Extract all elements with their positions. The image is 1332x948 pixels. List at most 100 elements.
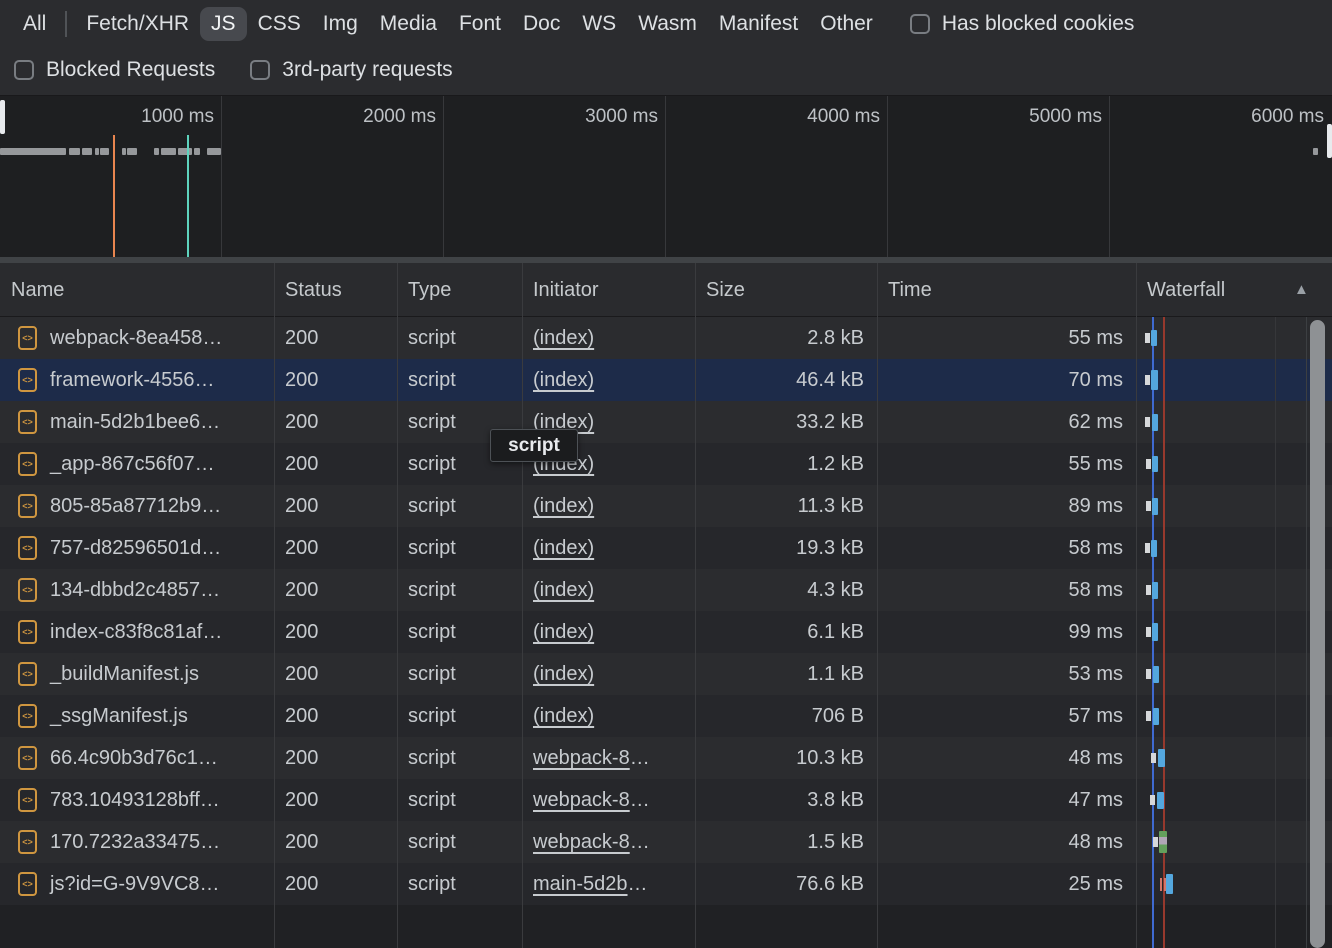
table-row[interactable]: <>66.4c90b3d76c1…200scriptwebpack-8…10.3… — [0, 737, 1332, 779]
overview-request-dash — [207, 148, 221, 155]
script-file-icon: <> — [18, 368, 37, 392]
filter-row-2: Blocked Requests 3rd-party requests — [0, 47, 1332, 93]
table-row[interactable]: <>805-85a87712b9…200script(index)11.3 kB… — [0, 485, 1332, 527]
sort-arrow-icon[interactable]: ▲ — [1294, 263, 1309, 317]
status-cell: 200 — [274, 863, 397, 905]
name-cell: <>783.10493128bff… — [0, 779, 274, 821]
third-party-requests-checkbox[interactable] — [250, 60, 270, 80]
filter-tab-font[interactable]: Font — [448, 7, 512, 41]
filter-tab-css[interactable]: CSS — [247, 7, 312, 41]
waterfall-waiting-tick — [1150, 795, 1155, 805]
type-cell: script — [397, 695, 522, 737]
request-name: 134-dbbd2c4857… — [50, 569, 220, 611]
waterfall-bar — [1152, 456, 1158, 472]
filter-tab-fetch-xhr[interactable]: Fetch/XHR — [75, 7, 200, 41]
script-file-icon: <> — [18, 326, 37, 350]
initiator-link[interactable]: (index) — [533, 705, 594, 727]
size-cell: 11.3 kB — [695, 485, 877, 527]
table-row[interactable]: <>170.7232a33475…200scriptwebpack-8…1.5 … — [0, 821, 1332, 863]
name-cell: <>_buildManifest.js — [0, 653, 274, 695]
timeline-tick-label: 5000 ms — [890, 106, 1102, 128]
time-cell: 25 ms — [877, 863, 1136, 905]
initiator-link[interactable]: (index) — [533, 495, 594, 517]
filter-tab-media[interactable]: Media — [369, 7, 448, 41]
initiator-link[interactable]: webpack-8 — [533, 747, 630, 769]
waterfall-cell — [1136, 317, 1331, 359]
column-header-initiator[interactable]: Initiator — [522, 263, 695, 317]
initiator-link[interactable]: (index) — [533, 369, 594, 391]
waterfall-cell — [1136, 779, 1331, 821]
table-row[interactable]: <>_buildManifest.js200script(index)1.1 k… — [0, 653, 1332, 695]
initiator-cell: (index) — [522, 527, 695, 569]
table-row[interactable]: <>index-c83f8c81af…200script(index)6.1 k… — [0, 611, 1332, 653]
initiator-link[interactable]: webpack-8 — [533, 831, 630, 853]
initiator-link[interactable]: (index) — [533, 579, 594, 601]
vertical-scrollbar-thumb[interactable] — [1310, 320, 1325, 948]
filter-tab-other[interactable]: Other — [809, 7, 884, 41]
time-cell: 47 ms — [877, 779, 1136, 821]
column-divider[interactable] — [397, 263, 398, 948]
initiator-cell: main-5d2b… — [522, 863, 695, 905]
has-blocked-cookies-checkbox[interactable] — [910, 14, 930, 34]
timeline-overview[interactable]: 1000 ms2000 ms3000 ms4000 ms5000 ms6000 … — [0, 96, 1332, 257]
initiator-cell: (index) — [522, 317, 695, 359]
table-body: <>webpack-8ea458…200script(index)2.8 kB5… — [0, 317, 1332, 948]
column-divider[interactable] — [522, 263, 523, 948]
filter-tab-manifest[interactable]: Manifest — [708, 7, 809, 41]
request-name: js?id=G-9V9VC8… — [50, 863, 220, 905]
waterfall-load-line — [1163, 317, 1165, 948]
request-name: 66.4c90b3d76c1… — [50, 737, 218, 779]
table-row[interactable]: <>main-5d2b1bee6…200script(index)33.2 kB… — [0, 401, 1332, 443]
column-header-status[interactable]: Status — [274, 263, 397, 317]
waterfall-waiting-tick — [1146, 669, 1151, 679]
filter-tab-img[interactable]: Img — [312, 7, 369, 41]
filter-tab-all[interactable]: All — [12, 7, 57, 41]
column-divider[interactable] — [274, 263, 275, 948]
blocked-requests-checkbox[interactable] — [14, 60, 34, 80]
filter-tab-js[interactable]: JS — [200, 7, 247, 41]
initiator-link[interactable]: (index) — [533, 663, 594, 685]
size-cell: 10.3 kB — [695, 737, 877, 779]
status-cell: 200 — [274, 317, 397, 359]
type-cell: script — [397, 569, 522, 611]
column-header-type[interactable]: Type — [397, 263, 522, 317]
size-cell: 706 B — [695, 695, 877, 737]
status-cell: 200 — [274, 779, 397, 821]
filter-tab-ws[interactable]: WS — [571, 7, 627, 41]
column-header-size[interactable]: Size — [695, 263, 877, 317]
table-row[interactable]: <>783.10493128bff…200scriptwebpack-8…3.8… — [0, 779, 1332, 821]
initiator-link[interactable]: (index) — [533, 327, 594, 349]
initiator-link[interactable]: main-5d2b — [533, 873, 628, 895]
size-cell: 1.2 kB — [695, 443, 877, 485]
column-header-time[interactable]: Time — [877, 263, 1136, 317]
column-divider[interactable] — [1136, 263, 1137, 948]
table-row[interactable]: <>webpack-8ea458…200script(index)2.8 kB5… — [0, 317, 1332, 359]
column-divider[interactable] — [877, 263, 878, 948]
table-row[interactable]: <>757-d82596501d…200script(index)19.3 kB… — [0, 527, 1332, 569]
size-cell: 1.5 kB — [695, 821, 877, 863]
initiator-cell: webpack-8… — [522, 821, 695, 863]
time-cell: 55 ms — [877, 443, 1136, 485]
filter-tab-wasm[interactable]: Wasm — [627, 7, 708, 41]
initiator-cell: (index) — [522, 611, 695, 653]
request-name: _buildManifest.js — [50, 653, 199, 695]
column-header-name[interactable]: Name — [0, 263, 274, 317]
initiator-link[interactable]: (index) — [533, 621, 594, 643]
type-cell: script — [397, 527, 522, 569]
column-divider[interactable] — [695, 263, 696, 948]
filter-tab-doc[interactable]: Doc — [512, 7, 571, 41]
waterfall-waiting-tick — [1145, 333, 1150, 343]
initiator-link[interactable]: webpack-8 — [533, 789, 630, 811]
table-row[interactable]: <>_app-867c56f07…200script(index)1.2 kB5… — [0, 443, 1332, 485]
table-row[interactable]: <>_ssgManifest.js200script(index)706 B57… — [0, 695, 1332, 737]
waterfall-waiting-tick — [1145, 543, 1150, 553]
initiator-link[interactable]: (index) — [533, 537, 594, 559]
overview-right-grip[interactable] — [1327, 124, 1332, 158]
table-row[interactable]: <>134-dbbd2c4857…200script(index)4.3 kB5… — [0, 569, 1332, 611]
waterfall-waiting-tick — [1146, 459, 1151, 469]
initiator-ellipsis: … — [628, 873, 648, 895]
table-row[interactable]: <>js?id=G-9V9VC8…200scriptmain-5d2b…76.6… — [0, 863, 1332, 905]
overview-request-dash — [154, 148, 159, 155]
table-row[interactable]: <>framework-4556…200script(index)46.4 kB… — [0, 359, 1332, 401]
request-name: webpack-8ea458… — [50, 317, 222, 359]
